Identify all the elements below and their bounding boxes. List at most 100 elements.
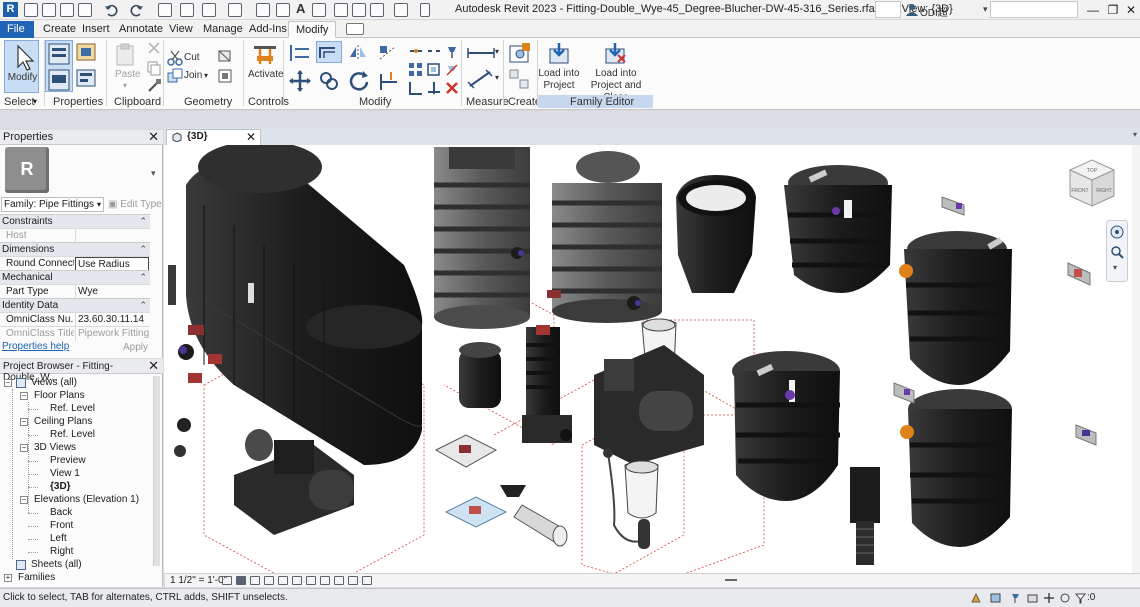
account-field[interactable] [990,1,1078,18]
aligned-dimension-icon[interactable] [466,68,496,90]
minimize-button[interactable]: — [1083,2,1103,18]
apply-button[interactable]: Apply [123,342,148,353]
offset-button[interactable] [316,41,342,63]
select-pinned-icon[interactable] [1010,592,1021,604]
crop-region-icon[interactable] [292,576,302,585]
trim-multiple-icon[interactable] [426,80,442,96]
tree-toggle-icon[interactable]: + [4,574,12,582]
edit-type-button[interactable]: ▣ Edit Type [108,199,162,210]
prop-group-dimensions[interactable]: Dimensions ⌃ [0,242,150,256]
load-into-project-icon[interactable] [547,41,571,65]
lock-view-icon[interactable] [320,576,330,585]
crop-visibility-icon[interactable] [306,576,316,585]
print-icon-2[interactable] [180,3,194,17]
visual-style-icon[interactable] [236,576,246,585]
prop-group-identity-data[interactable]: Identity Data ⌃ [0,298,150,312]
round-connector-field[interactable]: Use Radius [75,257,149,271]
trim-extend-icon[interactable] [377,70,399,92]
ribbon-toggle-icon[interactable] [346,23,364,35]
close-button[interactable]: ✕ [1121,2,1140,18]
activate-controls-icon[interactable] [252,42,278,68]
browser-item[interactable]: Back [50,507,72,518]
chevron-down-icon[interactable]: ▾ [151,168,156,179]
chevron-down-icon[interactable]: ▾ [204,71,208,80]
copy-icon[interactable] [146,60,162,76]
trim-icon[interactable] [408,80,424,96]
browser-item[interactable]: Preview [50,455,86,466]
browser-item[interactable]: Elevations (Elevation 1) [34,494,139,505]
browser-item[interactable]: View 1 [50,468,80,479]
browser-item[interactable]: Floor Plans [34,390,85,401]
browser-item[interactable]: 3D Views [34,442,76,453]
copy-element-icon[interactable] [318,70,340,92]
horizontal-scrollbar-thumb[interactable] [725,579,737,581]
delete-icon[interactable] [444,80,460,96]
text-icon[interactable]: A [296,1,305,16]
3d-viewport[interactable]: TOP FRONT RIGHT ▾ [164,145,1132,573]
browser-item[interactable]: Views (all) [31,377,77,388]
omniclass-number-field[interactable]: 23.60.30.11.14 [75,313,149,327]
sync-icon[interactable] [60,3,74,17]
array-icon[interactable] [408,62,424,78]
browser-item[interactable]: Right [50,546,73,557]
close-icon[interactable]: ✕ [246,130,256,144]
filter-icon[interactable] [1075,592,1086,604]
tab-view[interactable]: View [162,21,200,38]
create-group-icon[interactable] [508,68,532,90]
chevron-down-icon[interactable]: ▾ [495,47,499,56]
activate-label[interactable]: Activate [248,69,284,80]
chevron-down-icon[interactable]: ▾ [983,4,988,15]
thin-lines-icon[interactable] [352,3,366,17]
rendering-icon[interactable] [278,576,288,585]
detail-level-icon[interactable] [222,576,232,585]
browser-item[interactable]: Sheets (all) [31,559,82,570]
tag-icon[interactable] [256,3,270,17]
pin-icon[interactable] [444,43,460,59]
family-category-icon[interactable] [75,68,99,90]
cut-geometry-icon[interactable] [146,40,162,56]
unpin-icon[interactable] [444,62,460,78]
tab-file[interactable]: File [0,21,34,38]
tree-toggle-icon[interactable]: − [20,496,28,504]
tree-toggle-icon[interactable]: − [20,418,28,426]
scale-icon[interactable] [426,62,442,78]
browser-item[interactable]: Ceiling Plans [34,416,92,427]
browser-scrollbar[interactable] [153,376,160,566]
restore-button[interactable]: ❐ [1103,2,1123,18]
revit-app-button[interactable]: R [3,2,18,17]
prop-group-mechanical[interactable]: Mechanical ⌃ [0,270,150,284]
switch-windows-icon[interactable] [394,3,408,17]
zoom-icon[interactable] [1110,245,1124,259]
settings-icon[interactable] [78,3,92,17]
view-tab-3d[interactable]: {3D} ✕ [166,129,261,145]
browser-item[interactable]: Left [50,533,67,544]
rotate-icon[interactable] [348,70,370,92]
modify-button[interactable]: Modify [4,40,39,93]
viewport-vertical-scrollbar[interactable] [1132,145,1140,573]
load-into-project-button[interactable]: Load into Project [537,68,581,92]
browser-item[interactable]: Front [50,520,73,531]
join-icon[interactable] [167,68,183,84]
save-icon[interactable] [42,3,56,17]
shadows-icon[interactable] [264,576,274,585]
prop-group-constraints[interactable]: Constraints ⌃ [0,214,150,228]
tree-toggle-icon[interactable]: − [20,392,28,400]
mirror-draw-icon[interactable] [377,43,399,63]
print-icon[interactable] [158,3,172,17]
measure-qat-icon[interactable] [202,3,216,17]
unjoin-icon[interactable] [217,48,233,64]
create-component-icon[interactable] [508,42,532,64]
browser-item[interactable]: {3D} [50,481,71,492]
steering-wheel-icon[interactable] [1110,225,1124,239]
aligned-dimension-icon[interactable] [228,3,242,17]
browser-item[interactable]: Ref. Level [50,403,95,414]
move-icon[interactable] [289,70,311,92]
measure-distance-icon[interactable] [466,44,496,62]
tab-modify[interactable]: Modify [288,21,337,38]
drag-elements-icon[interactable] [1044,592,1055,604]
family-selector[interactable]: Family: Pipe Fittings ▾ [1,197,104,212]
close-icon[interactable]: ✕ [148,358,159,374]
viewcube[interactable]: TOP FRONT RIGHT [1066,156,1118,210]
chevron-down-icon[interactable]: ▾ [495,73,499,82]
match-type-icon[interactable] [146,78,162,94]
